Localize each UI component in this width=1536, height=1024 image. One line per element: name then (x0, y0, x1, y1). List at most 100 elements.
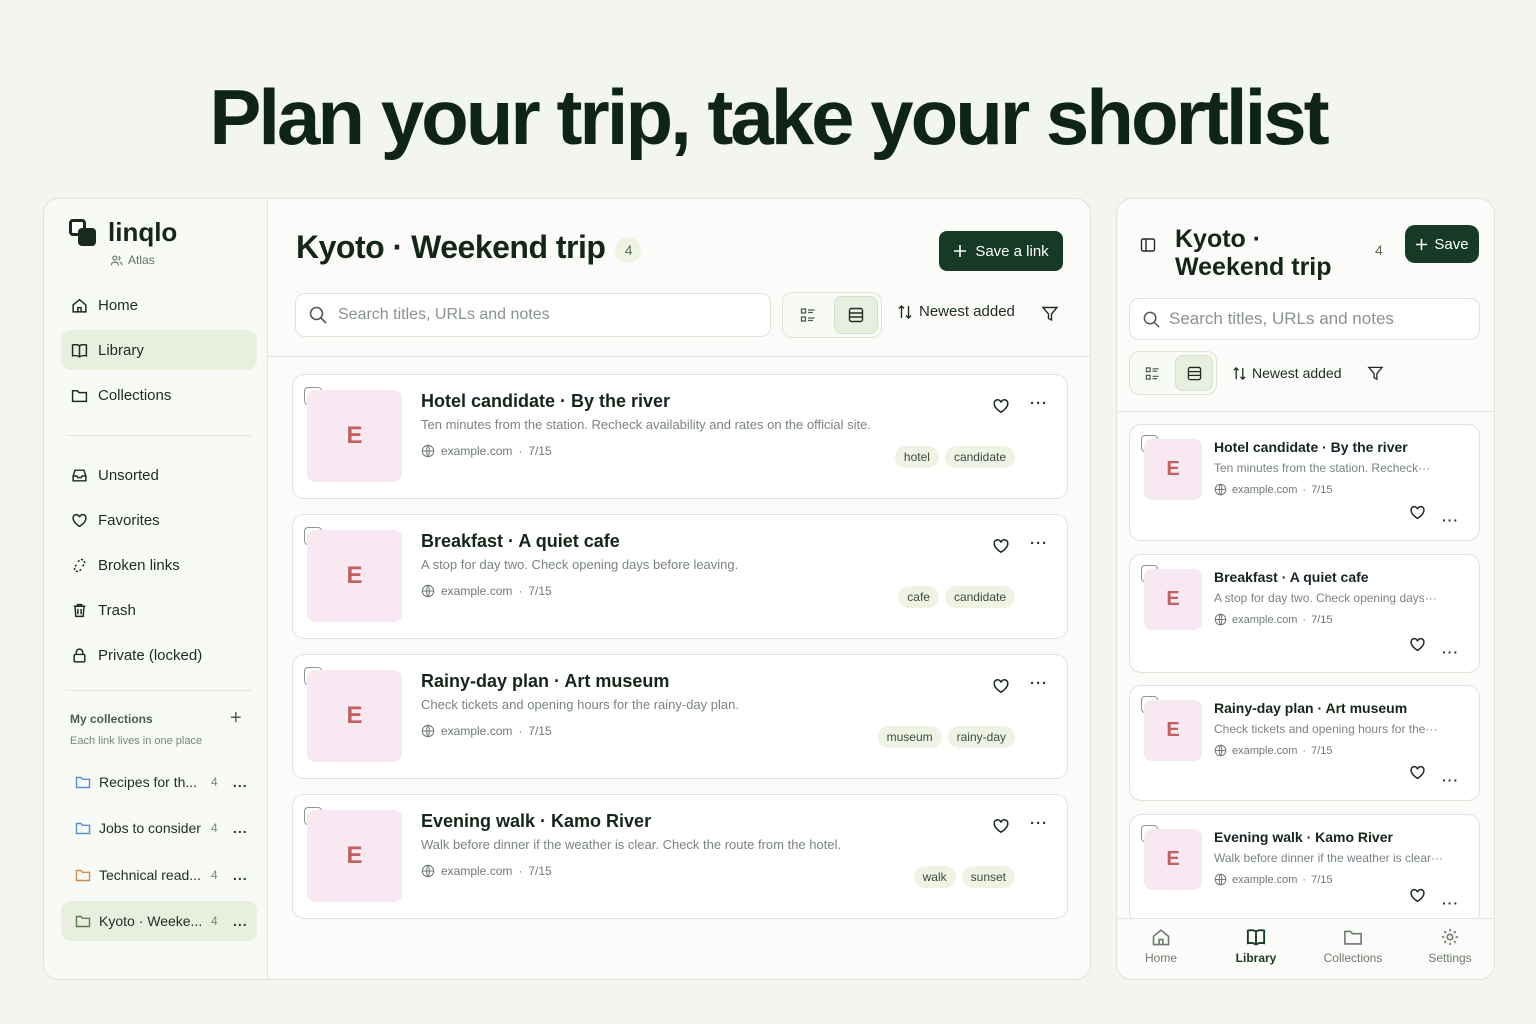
favorite-button[interactable] (1409, 887, 1426, 909)
more-options-button[interactable]: ··· (1442, 644, 1459, 660)
sort-icon (898, 304, 912, 319)
list-view-button[interactable] (786, 296, 830, 334)
link-title[interactable]: Rainy-day plan · Art museum (421, 671, 669, 692)
more-icon[interactable]: ... (233, 867, 248, 883)
nav-collections[interactable]: Collections (61, 375, 257, 415)
favorite-button[interactable] (1409, 636, 1426, 658)
nav-label: Trash (98, 601, 136, 619)
more-options-button[interactable]: ··· (1030, 815, 1048, 832)
link-meta: example.com · 7/15 (421, 444, 552, 458)
card-view-button[interactable] (833, 296, 878, 334)
link-thumbnail: E (1144, 829, 1202, 890)
link-title[interactable]: Evening walk · Kamo River (421, 811, 651, 832)
folder-icon (1344, 930, 1362, 945)
more-options-button[interactable]: ··· (1030, 395, 1048, 412)
mobile-filter-button[interactable] (1367, 365, 1384, 387)
mobile-link-card[interactable]: E Rainy-day plan · Art museum Check ticket… (1129, 685, 1480, 801)
meta-separator: · (1302, 744, 1307, 757)
collection-item[interactable]: Jobs to consider 4 ... (61, 808, 257, 848)
card-view-button[interactable] (1175, 355, 1213, 391)
tag-chip[interactable]: walk (913, 866, 956, 888)
tag-chip[interactable]: sunset (961, 866, 1015, 888)
add-collection-button[interactable]: + (230, 707, 242, 730)
more-options-button[interactable]: ··· (1442, 772, 1459, 788)
more-icon[interactable]: ... (233, 774, 248, 790)
nav-library[interactable]: Library (61, 330, 257, 370)
link-note: Check tickets and opening hours for the·… (1214, 722, 1438, 736)
link-title[interactable]: Breakfast · A quiet cafe (421, 531, 620, 552)
more-options-button[interactable]: ··· (1442, 895, 1459, 911)
filter-button[interactable] (1041, 305, 1059, 328)
mobile-link-card[interactable]: E Evening walk · Kamo River Walk before di… (1129, 814, 1480, 918)
tag-chip[interactable]: candidate (944, 586, 1015, 608)
tag-chip[interactable]: cafe (898, 586, 939, 608)
heart-icon (1410, 765, 1425, 780)
mobile-link-list: E Hotel candidate · By the river Ten minut… (1117, 411, 1494, 918)
more-options-button[interactable]: ··· (1030, 675, 1048, 692)
nav-unsorted[interactable]: Unsorted (61, 455, 257, 495)
workspace-switcher[interactable]: Atlas (110, 253, 155, 267)
link-card[interactable]: E Evening walk · Kamo River Walk before di… (292, 794, 1068, 919)
list-view-icon (800, 308, 815, 322)
globe-icon (421, 724, 435, 738)
link-title[interactable]: Breakfast · A quiet cafe (1214, 569, 1369, 585)
collection-item[interactable]: Recipes for th... 4 ... (61, 762, 257, 802)
link-card[interactable]: E Hotel candidate · By the river Ten minut… (292, 374, 1068, 499)
nav-broken-links[interactable]: Broken links (61, 545, 257, 585)
link-title[interactable]: Rainy-day plan · Art museum (1214, 700, 1407, 716)
view-toggle (782, 292, 882, 338)
more-icon[interactable]: ... (233, 913, 248, 929)
link-title[interactable]: Hotel candidate · By the river (1214, 439, 1408, 455)
bottom-tab-bar: Home Library Collections Settings (1117, 918, 1494, 979)
mobile-save-button[interactable]: Save (1405, 225, 1479, 263)
tab-label: Collections (1323, 951, 1383, 965)
favorite-button[interactable] (1409, 764, 1426, 786)
tab-home[interactable]: Home (1121, 927, 1201, 965)
favorite-button[interactable] (992, 397, 1010, 420)
nav-trash[interactable]: Trash (61, 590, 257, 630)
link-card[interactable]: E Breakfast · A quiet cafe A stop for day … (292, 514, 1068, 639)
collection-item[interactable]: Technical read... 4 ... (61, 855, 257, 895)
tag-list: walk sunset (913, 866, 1015, 888)
mobile-link-card[interactable]: E Hotel candidate · By the river Ten minut… (1129, 424, 1480, 541)
meta-separator: · (1302, 873, 1307, 886)
plus-icon (1416, 238, 1428, 250)
tab-settings[interactable]: Settings (1410, 927, 1490, 965)
heart-icon (993, 398, 1009, 414)
more-options-button[interactable]: ··· (1030, 535, 1048, 552)
favorite-button[interactable] (992, 677, 1010, 700)
collection-item-active[interactable]: Kyoto · Weeke... 4 ... (61, 901, 257, 941)
list-view-button[interactable] (1133, 355, 1171, 391)
tab-library[interactable]: Library (1216, 927, 1296, 965)
link-card[interactable]: E Rainy-day plan · Art museum Check ticket… (292, 654, 1068, 779)
sidebar-toggle-button[interactable] (1140, 237, 1156, 258)
tab-label: Settings (1428, 951, 1472, 965)
save-link-button[interactable]: Save a link (939, 231, 1063, 271)
page-title: Kyoto · Weekend trip 4 (296, 229, 642, 266)
brand-name: linqlo (108, 217, 178, 247)
tag-chip[interactable]: museum (877, 726, 942, 748)
folder-icon (75, 915, 91, 928)
mobile-link-card[interactable]: E Breakfast · A quiet cafe A stop for day … (1129, 554, 1480, 673)
mobile-sort-button[interactable]: Newest added (1232, 365, 1342, 381)
more-options-button[interactable]: ··· (1442, 512, 1459, 528)
tag-chip[interactable]: hotel (894, 446, 939, 468)
favorite-button[interactable] (992, 537, 1010, 560)
nav-favorites[interactable]: Favorites (61, 500, 257, 540)
list-view-icon (1145, 366, 1159, 380)
favorite-button[interactable] (992, 817, 1010, 840)
link-title[interactable]: Evening walk · Kamo River (1214, 829, 1393, 845)
tag-chip[interactable]: candidate (944, 446, 1015, 468)
link-title[interactable]: Hotel candidate · By the river (421, 391, 670, 412)
tag-chip[interactable]: rainy-day (947, 726, 1015, 748)
favorite-button[interactable] (1409, 504, 1426, 526)
mobile-search-input[interactable]: Search titles, URLs and notes (1129, 298, 1480, 340)
nav-home[interactable]: Home (61, 285, 257, 325)
nav-private[interactable]: Private (locked) (61, 635, 257, 675)
plus-icon (954, 245, 967, 257)
brand[interactable]: linqlo (68, 217, 177, 248)
search-input[interactable]: Search titles, URLs and notes (295, 293, 771, 337)
tab-collections[interactable]: Collections (1313, 927, 1393, 965)
more-icon[interactable]: ... (233, 820, 248, 836)
sort-button[interactable]: Newest added (897, 303, 1015, 320)
